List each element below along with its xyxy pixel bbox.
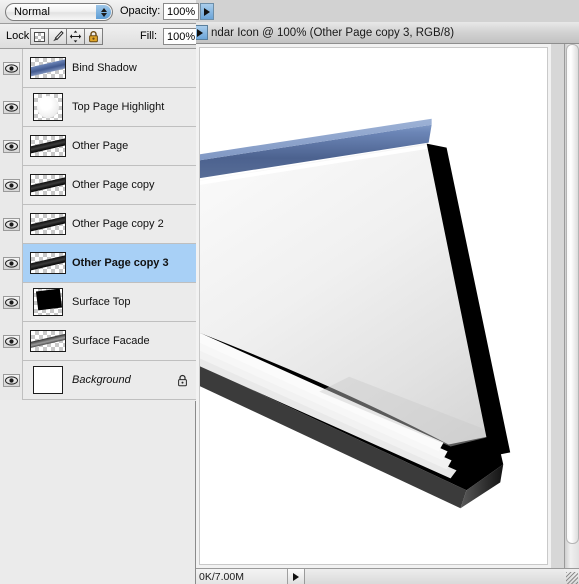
opacity-stepper-icon[interactable]	[200, 3, 214, 20]
table-row[interactable]: Other Page copy	[0, 165, 196, 205]
table-row[interactable]: Bind Shadow	[0, 48, 196, 88]
layer-thumbnail[interactable]	[23, 93, 72, 121]
opacity-label: Opacity:	[120, 5, 161, 17]
layer-visibility-toggle[interactable]	[0, 87, 23, 127]
eye-icon	[2, 373, 20, 387]
layer-name-label: Other Page copy 3	[72, 257, 169, 269]
image-canvas[interactable]	[199, 47, 548, 565]
document-title-bar[interactable]: ndar Icon @ 100% (Other Page copy 3, RGB…	[196, 22, 579, 44]
padlock-icon	[177, 374, 187, 386]
vertical-scroll-thumb[interactable]	[566, 44, 579, 544]
layer-visibility-toggle[interactable]	[0, 243, 23, 283]
layer-visibility-toggle[interactable]	[0, 360, 23, 400]
layer-thumbnail[interactable]	[23, 174, 72, 196]
photoshop-window: Normal Opacity: 100% Lock: Fill: 100% Bi…	[0, 0, 579, 584]
layer-thumbnail[interactable]	[23, 57, 72, 79]
document-size-status: 0K/7.00M	[196, 568, 288, 584]
layer-visibility-toggle[interactable]	[0, 165, 23, 205]
blend-mode-select[interactable]: Normal	[5, 3, 113, 21]
page-title: ndar Icon @ 100% (Other Page copy 3, RGB…	[211, 26, 455, 39]
blend-mode-value: Normal	[14, 6, 51, 18]
table-row[interactable]: Surface Facade	[0, 321, 196, 361]
padlock-icon	[89, 31, 98, 43]
layer-name-label: Surface Facade	[72, 335, 150, 347]
horizontal-scrollbar[interactable]	[305, 568, 564, 584]
blend-opacity-row: Normal Opacity: 100%	[0, 0, 214, 24]
eye-icon	[2, 217, 20, 231]
layer-name-label: Background	[72, 374, 131, 386]
lock-position-button[interactable]	[66, 28, 85, 45]
canvas-area[interactable]	[196, 44, 551, 568]
lock-label: Lock:	[6, 30, 33, 42]
eye-icon	[2, 100, 20, 114]
lock-transparent-pixels-button[interactable]	[30, 28, 49, 45]
layer-name-label: Surface Top	[72, 296, 131, 308]
eye-icon	[2, 334, 20, 348]
eye-icon	[2, 139, 20, 153]
layer-name-label: Other Page copy 2	[72, 218, 164, 230]
layer-visibility-toggle[interactable]	[0, 48, 23, 88]
title-bar-arrow-icon[interactable]	[196, 25, 208, 40]
layer-list[interactable]: Bind Shadow Top Page Highlight Other Pag…	[0, 48, 196, 401]
eye-icon	[2, 295, 20, 309]
calendar-icon-artwork	[200, 118, 511, 509]
layer-name-label: Bind Shadow	[72, 62, 137, 74]
lock-buttons-group	[30, 28, 103, 45]
checkerboard-icon	[34, 31, 45, 42]
layer-visibility-toggle[interactable]	[0, 282, 23, 322]
status-bar: 0K/7.00M	[196, 568, 579, 584]
layer-thumbnail[interactable]	[23, 330, 72, 352]
layer-name-label: Other Page copy	[72, 179, 155, 191]
document-window: ndar Icon @ 100% (Other Page copy 3, RGB…	[196, 22, 579, 584]
layer-visibility-toggle[interactable]	[0, 126, 23, 166]
layers-panel: Normal Opacity: 100% Lock: Fill: 100% Bi…	[0, 0, 214, 584]
layer-thumbnail[interactable]	[23, 288, 72, 316]
layer-locked-icon	[172, 374, 192, 387]
layer-thumbnail[interactable]	[23, 213, 72, 235]
layer-name-label: Top Page Highlight	[72, 101, 165, 113]
chevron-right-icon	[293, 572, 299, 581]
table-row-selected[interactable]: Other Page copy 3	[0, 243, 196, 283]
lock-image-pixels-button[interactable]	[48, 28, 67, 45]
move-icon	[69, 30, 82, 43]
table-row[interactable]: Background	[0, 360, 196, 400]
eye-icon	[2, 61, 20, 75]
layer-thumbnail[interactable]	[23, 366, 72, 394]
layer-thumbnail[interactable]	[23, 252, 72, 274]
table-row[interactable]: Top Page Highlight	[0, 87, 196, 127]
fill-input[interactable]: 100%	[163, 28, 199, 45]
table-row[interactable]: Other Page copy 2	[0, 204, 196, 244]
layer-visibility-toggle[interactable]	[0, 321, 23, 361]
layer-thumbnail[interactable]	[23, 135, 72, 157]
window-top-strip	[196, 0, 579, 22]
brush-icon	[53, 30, 64, 42]
table-row[interactable]: Other Page	[0, 126, 196, 166]
lock-all-button[interactable]	[84, 28, 103, 45]
lock-row: Lock: Fill: 100%	[0, 24, 214, 49]
fill-label: Fill:	[140, 30, 158, 42]
window-resize-grip[interactable]	[564, 568, 579, 584]
eye-icon	[2, 256, 20, 270]
horizontal-scroll-right-button[interactable]	[288, 568, 305, 584]
table-row[interactable]: Surface Top	[0, 282, 196, 322]
eye-icon	[2, 178, 20, 192]
vertical-scrollbar[interactable]	[564, 44, 579, 568]
layer-name-label: Other Page	[72, 140, 129, 152]
blend-mode-stepper-icon[interactable]	[96, 5, 111, 19]
opacity-input[interactable]: 100%	[163, 3, 199, 20]
layer-visibility-toggle[interactable]	[0, 204, 23, 244]
